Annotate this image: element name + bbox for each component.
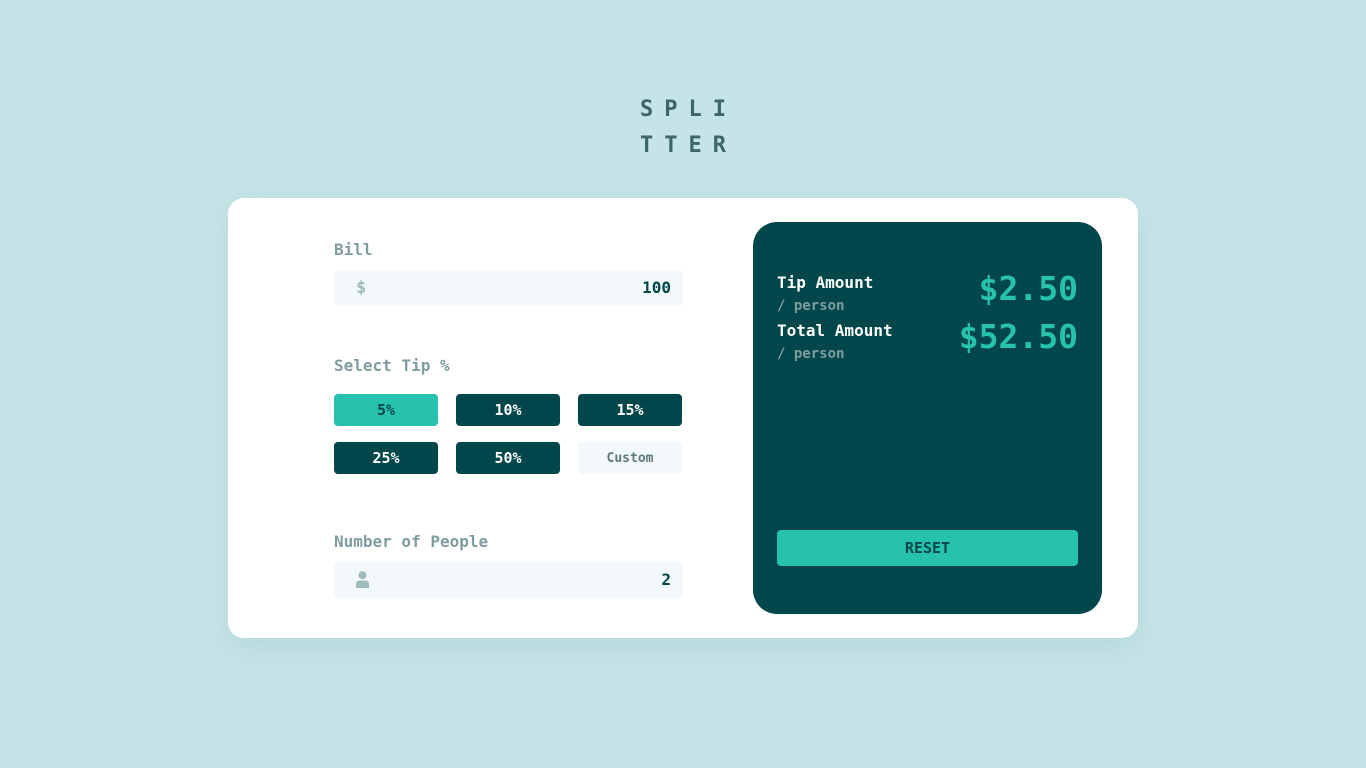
logo: SPLI TTER [640, 92, 740, 164]
people-input[interactable]: 2 [334, 562, 683, 598]
tip-amount-value: $2.50 [978, 269, 1078, 308]
tip-button-50[interactable]: 50% [456, 442, 560, 474]
total-amount-title: Total Amount [777, 321, 893, 340]
tip-amount-title: Tip Amount [777, 273, 874, 292]
bill-input-value: 100 [642, 278, 671, 297]
total-amount-per-person: / person [777, 346, 845, 362]
logo-line-1: SPLI [640, 97, 737, 122]
people-input-value: 2 [661, 570, 671, 589]
logo-line-2: TTER [640, 133, 737, 158]
people-label: Number of People [334, 532, 489, 551]
result-panel: Tip Amount / person $2.50 Total Amount /… [753, 222, 1102, 614]
bill-label: Bill [334, 240, 373, 259]
person-icon [356, 571, 369, 593]
calculator-card: Bill $ 100 Select Tip % 5% 10% 15% 25% 5… [228, 198, 1138, 638]
tip-button-10[interactable]: 10% [456, 394, 560, 426]
tip-amount-per-person: / person [777, 298, 845, 314]
total-amount-value: $52.50 [958, 317, 1078, 356]
tip-button-15[interactable]: 15% [578, 394, 682, 426]
tip-button-25[interactable]: 25% [334, 442, 438, 474]
tip-label: Select Tip % [334, 356, 450, 375]
tip-button-5[interactable]: 5% [334, 394, 438, 426]
custom-tip-input[interactable]: Custom [578, 442, 682, 474]
reset-button[interactable]: RESET [777, 530, 1078, 566]
bill-input[interactable]: $ 100 [334, 270, 683, 306]
dollar-icon: $ [356, 278, 367, 298]
